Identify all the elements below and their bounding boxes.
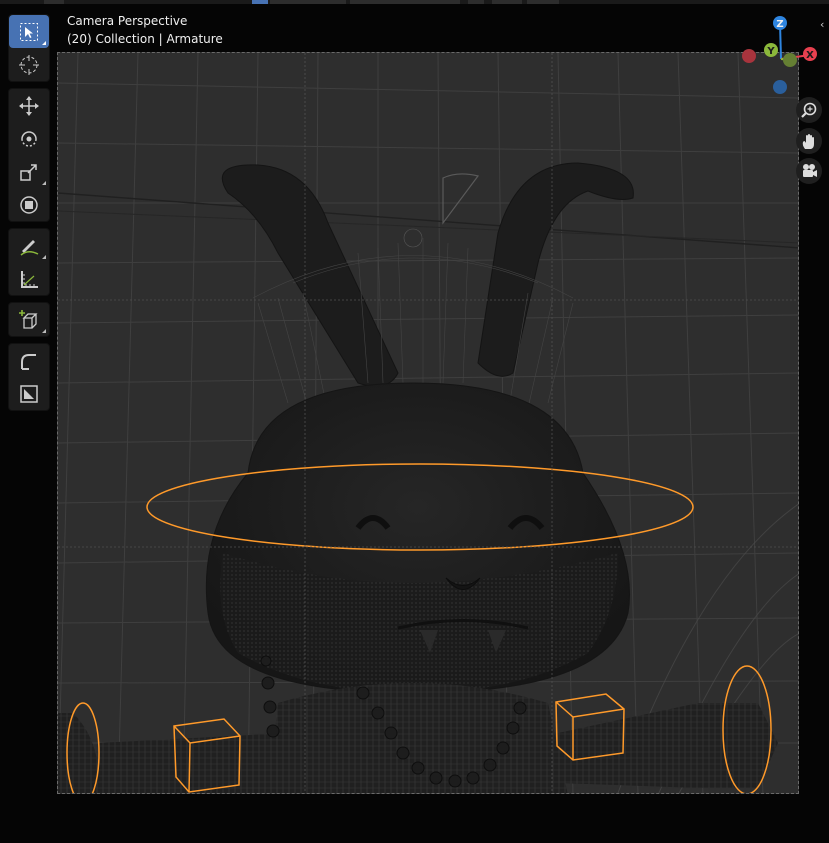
add-cube-tool[interactable]: [9, 303, 49, 336]
cursor-icon: [19, 54, 39, 75]
rotate-icon: [21, 130, 37, 147]
tool-group-add: [8, 302, 50, 337]
header-tab[interactable]: [527, 0, 559, 4]
y-axis-label: Y: [766, 46, 775, 57]
tool-group-transform: [8, 88, 50, 222]
select-box-tool[interactable]: [9, 15, 49, 48]
collection-info-label: (20) Collection | Armature: [67, 32, 223, 46]
sidebar-toggle-arrow-icon[interactable]: ‹: [820, 18, 824, 31]
scene-render: [58, 53, 798, 793]
3d-viewport[interactable]: Camera Perspective (20) Collection | Arm…: [0, 0, 829, 843]
header-tab[interactable]: [252, 0, 268, 4]
inset-tool[interactable]: [9, 377, 49, 410]
view-name-label: Camera Perspective: [67, 14, 188, 28]
header-strip: [0, 0, 829, 4]
inset-icon: [20, 384, 38, 403]
tool-group-select: [8, 14, 50, 82]
pan-button[interactable]: [796, 128, 822, 154]
camera-view-button[interactable]: [796, 158, 822, 184]
header-tab[interactable]: [468, 0, 484, 4]
navigation-gizmo[interactable]: Y X Z: [738, 12, 824, 98]
x-axis-label: X: [806, 50, 814, 61]
camera-frame[interactable]: [57, 52, 799, 794]
select-box-icon: [20, 22, 38, 41]
x-negative-axis-icon[interactable]: [742, 49, 756, 63]
annotate-tool[interactable]: [9, 229, 49, 262]
camera-icon: [803, 164, 817, 177]
scale-tool[interactable]: [9, 155, 49, 188]
add-cube-icon: [19, 309, 38, 329]
tool-group-annotate: [8, 228, 50, 296]
y-negative-axis-icon[interactable]: [783, 53, 797, 67]
z-axis-label: Z: [776, 19, 783, 30]
header-tab[interactable]: [44, 0, 64, 4]
tool-group-edit: [8, 343, 50, 411]
transform-tool[interactable]: [9, 188, 49, 221]
header-tab[interactable]: [350, 0, 460, 4]
rotate-tool[interactable]: [9, 122, 49, 155]
move-icon: [19, 95, 39, 116]
measure-icon: [21, 270, 38, 288]
hand-icon: [802, 134, 814, 149]
zoom-button[interactable]: [796, 97, 822, 123]
move-tool[interactable]: [9, 89, 49, 122]
extrude-tool[interactable]: [9, 344, 49, 377]
zoom-icon: [801, 102, 817, 118]
header-tab[interactable]: [270, 0, 346, 4]
header-tab[interactable]: [492, 0, 522, 4]
z-negative-axis-icon[interactable]: [773, 80, 787, 94]
extrude-icon: [21, 353, 36, 370]
scale-icon: [20, 163, 37, 181]
tool-shelf: [8, 14, 50, 417]
transform-icon: [20, 195, 38, 214]
cursor-tool[interactable]: [9, 48, 49, 81]
annotate-icon: [20, 239, 39, 256]
measure-tool[interactable]: [9, 262, 49, 295]
